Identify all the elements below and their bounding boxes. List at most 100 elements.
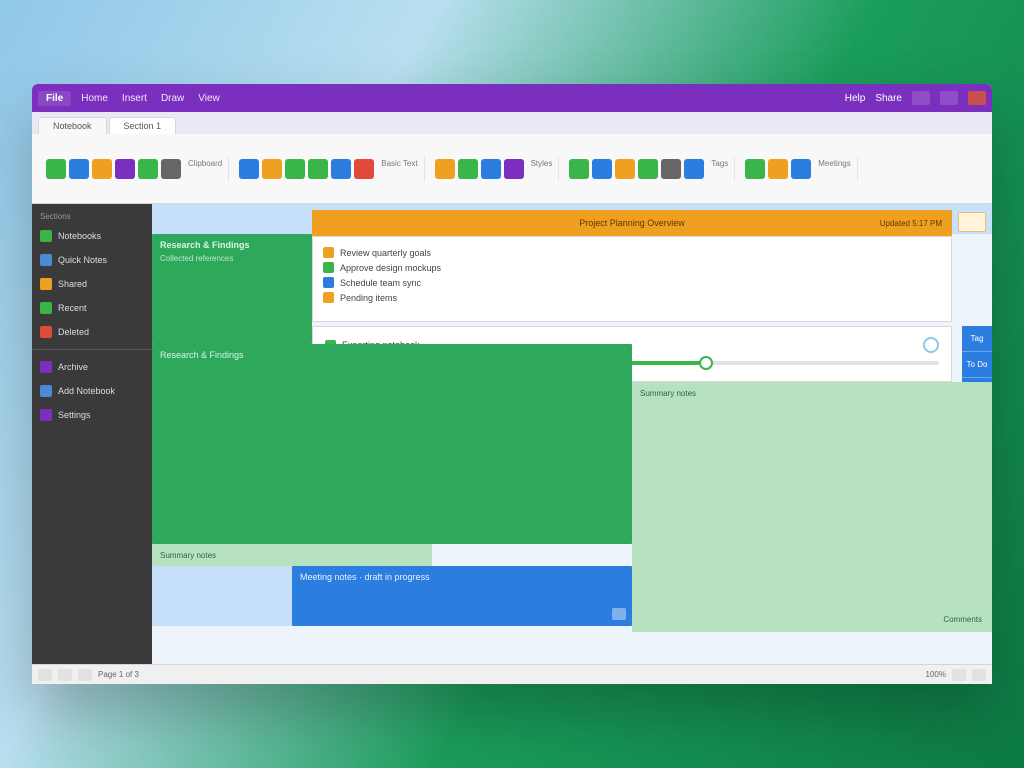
tile-notes[interactable]: Research & Findings [152,344,632,544]
zoom-in-button[interactable] [972,669,986,681]
sidebar-item[interactable]: Shared [32,273,152,295]
sidebar-item[interactable]: Add Notebook [32,380,152,402]
ribbon-button[interactable] [768,159,788,179]
status-icon[interactable] [58,669,72,681]
ribbon-group-label: Styles [531,159,553,179]
sidebar-item[interactable]: Quick Notes [32,249,152,271]
tile-meeting[interactable]: Meeting notes · draft in progress [292,566,632,626]
ribbon-button[interactable] [458,159,478,179]
sidebar-item[interactable]: Deleted [32,321,152,343]
sidebar-item[interactable]: Recent [32,297,152,319]
ribbon-button[interactable] [592,159,612,179]
tile-summary-label: Summary notes [640,389,696,398]
help-button[interactable]: Help [845,93,866,104]
ribbon-group: Basic Text [233,157,424,181]
ribbon-button[interactable] [308,159,328,179]
progress-handle[interactable] [699,356,713,370]
task-icon [323,247,334,258]
ribbon-button[interactable] [239,159,259,179]
sidebar-item[interactable]: Settings [32,404,152,426]
ribbon-group-label: Meetings [818,159,850,179]
menu-home[interactable]: Home [81,93,108,104]
ribbon-group: Styles [429,157,560,181]
ribbon-button[interactable] [331,159,351,179]
task-row[interactable]: Pending items [323,290,941,305]
ribbon-group: Clipboard [40,157,229,181]
minimize-button[interactable] [912,91,930,105]
rail-button[interactable]: To Do [962,352,992,378]
rail-button[interactable]: Tag [962,326,992,352]
page-header: Project Planning Overview Updated 5:17 P… [312,210,952,236]
tile-strip-label: Summary notes [160,551,216,560]
ribbon-button[interactable] [791,159,811,179]
ribbon-group: Tags [563,157,735,181]
page-title: Project Planning Overview [579,218,685,228]
task-row[interactable]: Approve design mockups [323,260,941,275]
ribbon-button[interactable] [262,159,282,179]
ribbon-button[interactable] [615,159,635,179]
ribbon-button[interactable] [138,159,158,179]
status-icon[interactable] [38,669,52,681]
page-updated-time: Updated 5:17 PM [880,219,942,228]
sidebar-item-label: Quick Notes [58,255,107,265]
ribbon-button[interactable] [569,159,589,179]
ribbon-button[interactable] [661,159,681,179]
sidebar-item-icon [40,385,52,397]
tile-research[interactable]: Research & Findings Collected references [152,234,312,344]
close-button[interactable] [968,91,986,105]
ribbon-button[interactable] [46,159,66,179]
ribbon-button[interactable] [481,159,501,179]
comments-label[interactable]: Comments [943,615,982,624]
ribbon-button[interactable] [115,159,135,179]
maximize-button[interactable] [940,91,958,105]
task-row[interactable]: Review quarterly goals [323,245,941,260]
tile-meeting-text: Meeting notes · draft in progress [300,572,430,582]
tile-strip: Summary notes [152,544,432,566]
status-icon[interactable] [78,669,92,681]
ribbon-button[interactable] [435,159,455,179]
menu-view[interactable]: View [198,93,220,104]
tile-research-title: Research & Findings [160,240,304,250]
sidebar-item-icon [40,254,52,266]
ribbon-button[interactable] [684,159,704,179]
ribbon-group-label: Tags [711,159,728,179]
menu-draw[interactable]: Draw [161,93,184,104]
tile-notes-title: Research & Findings [160,350,244,360]
tile-summary[interactable]: Summary notes Comments [632,382,992,632]
ribbon-group-label: Basic Text [381,159,417,179]
ribbon-button[interactable] [745,159,765,179]
page-indicator: Page 1 of 3 [98,670,139,679]
app-window: File Home Insert Draw View Help Share No… [32,84,992,684]
ribbon-button[interactable] [354,159,374,179]
sidebar-item[interactable]: Notebooks [32,225,152,247]
zoom-level[interactable]: 100% [926,670,946,679]
share-button[interactable]: Share [875,93,902,104]
note-canvas[interactable]: Project Planning Overview Updated 5:17 P… [152,204,992,664]
ribbon-button[interactable] [161,159,181,179]
sidebar-item-label: Shared [58,279,87,289]
ribbon-button[interactable] [92,159,112,179]
section-tabs: Notebook Section 1 [32,112,992,134]
ribbon-button[interactable] [638,159,658,179]
menu-insert[interactable]: Insert [122,93,147,104]
sidebar-section-label: Sections [32,210,152,223]
tab-section-1[interactable]: Section 1 [109,117,177,134]
ribbon-button[interactable] [504,159,524,179]
titlebar: File Home Insert Draw View Help Share [32,84,992,112]
zoom-out-button[interactable] [952,669,966,681]
ribbon-button[interactable] [285,159,305,179]
sidebar-item-icon [40,409,52,421]
sidebar-divider [32,349,152,350]
sidebar-item[interactable]: Archive [32,356,152,378]
task-row[interactable]: Schedule team sync [323,275,941,290]
tab-notebook[interactable]: Notebook [38,117,107,134]
work-area: Sections Notebooks Quick Notes Shared Recen… [32,204,992,664]
task-icon [323,262,334,273]
sidebar-item-label: Add Notebook [58,386,115,396]
file-menu[interactable]: File [38,91,71,106]
ribbon-group-label: Clipboard [188,159,222,179]
sidebar-item-label: Deleted [58,327,89,337]
ribbon-button[interactable] [69,159,89,179]
sidebar-item-icon [40,230,52,242]
header-badge[interactable] [958,212,986,232]
